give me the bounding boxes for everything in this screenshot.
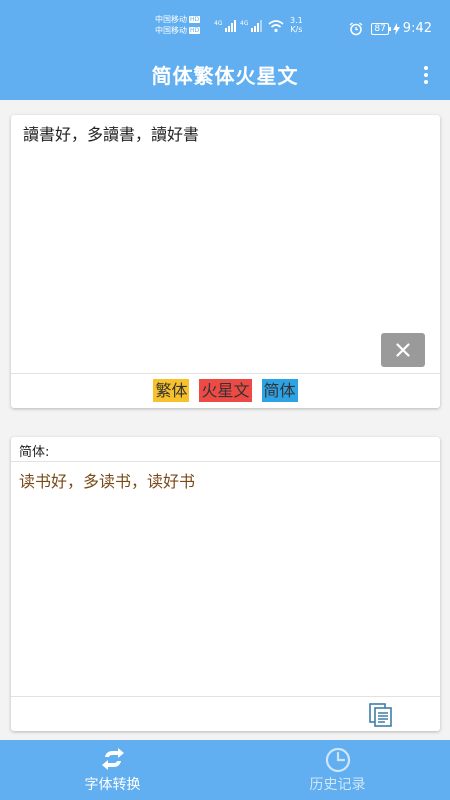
- copy-button[interactable]: [367, 702, 395, 728]
- tab-label: 字体转换: [84, 777, 141, 793]
- tab-history[interactable]: 历史记录: [225, 740, 450, 800]
- copy-icon: [369, 703, 392, 727]
- swap-arrows-icon: [101, 748, 124, 770]
- status-right: 87 9:42: [349, 21, 432, 36]
- mode-simplified-button[interactable]: 简体: [261, 379, 298, 402]
- app-bar: 简体繁体火星文: [0, 46, 450, 100]
- divider: [11, 373, 440, 374]
- output-label: 简体:: [19, 445, 50, 460]
- clear-button[interactable]: [381, 333, 425, 367]
- tab-font-convert[interactable]: 字体转换: [0, 740, 225, 800]
- clock-time: 9:42: [402, 21, 432, 36]
- output-text: 读书好，多读书，读好书: [19, 472, 196, 491]
- charging-icon: [392, 22, 400, 35]
- hd-badge: HD: [189, 16, 201, 23]
- net-label-1: 4G: [214, 20, 223, 27]
- network-speed: 3.1 K/s: [290, 16, 303, 34]
- clock-icon: [325, 747, 350, 773]
- more-options-button[interactable]: [416, 64, 436, 86]
- conversion-mode-row: 繁体 火星文 简体: [11, 379, 440, 402]
- bottom-navigation: 字体转换 历史记录: [0, 740, 450, 800]
- mode-traditional-button[interactable]: 繁体: [153, 379, 190, 402]
- input-card: 讀書好，多讀書，讀好書 繁体 火星文 简体: [11, 115, 440, 408]
- tab-label: 历史记录: [309, 777, 366, 793]
- output-card: 简体: 读书好，多读书，读好书: [11, 437, 440, 731]
- alarm-icon: [349, 21, 363, 35]
- close-icon: [396, 343, 410, 357]
- battery-level: 87: [371, 22, 392, 35]
- status-bar: 中国移动 HD 中国移动 HD 4G 4G 3.1 K/s 87 9:42: [0, 0, 450, 46]
- input-textarea[interactable]: 讀書好，多讀書，讀好書: [23, 121, 423, 145]
- net-label-2: 4G: [240, 20, 249, 27]
- carrier-info: 中国移动 HD 中国移动 HD: [155, 14, 201, 36]
- carrier-1: 中国移动: [155, 15, 187, 24]
- hd-badge: HD: [189, 27, 201, 34]
- app-title: 简体繁体火星文: [151, 64, 299, 88]
- divider: [11, 461, 440, 462]
- divider: [11, 696, 440, 697]
- carrier-2: 中国移动: [155, 26, 187, 35]
- mode-martian-button[interactable]: 火星文: [199, 379, 252, 402]
- signal-icon: 4G 4G: [214, 20, 284, 33]
